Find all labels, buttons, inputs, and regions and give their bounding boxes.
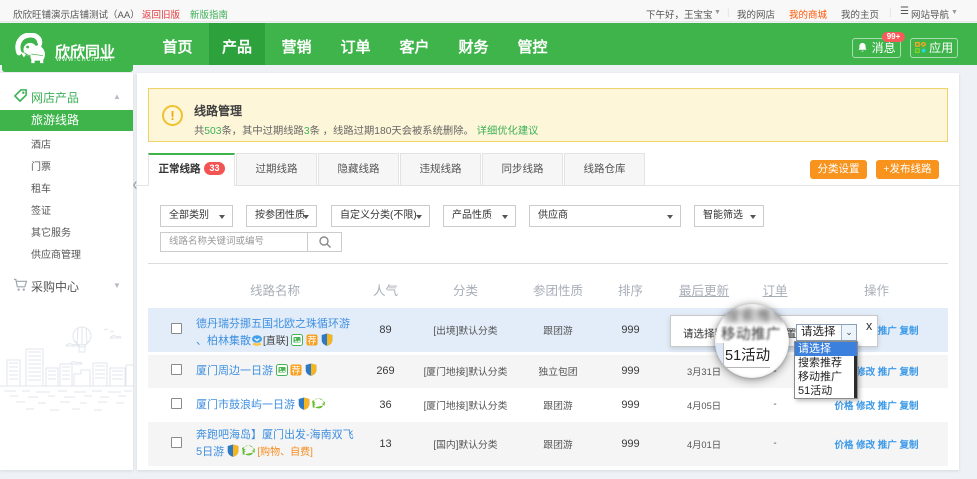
svg-text:荐: 荐 — [292, 366, 301, 376]
svg-text:荐: 荐 — [308, 336, 317, 346]
